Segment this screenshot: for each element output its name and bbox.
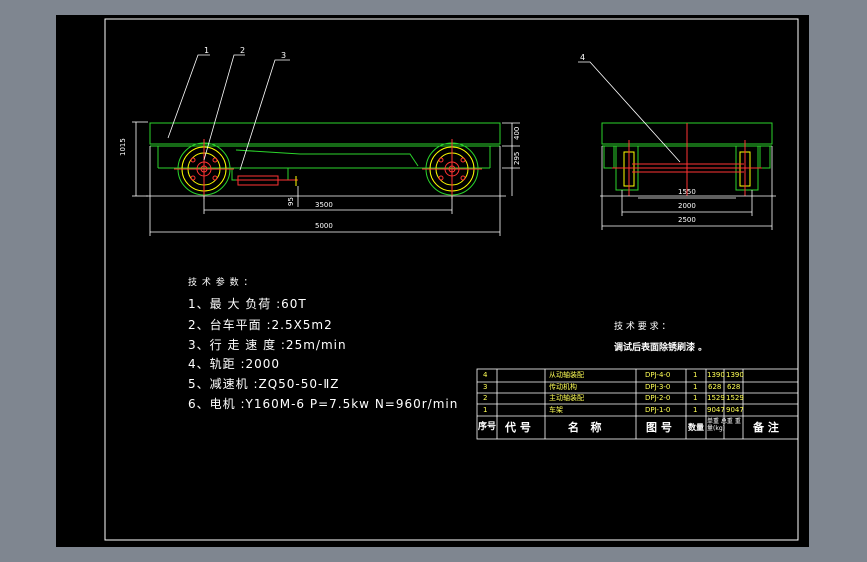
bom-row-name: 传动机构: [549, 383, 577, 391]
bom-row-qty: 1: [693, 371, 698, 379]
bom-row-name: 车架: [549, 406, 563, 414]
bom-row-qty: 1: [693, 383, 698, 391]
dim-gauge: 2000: [678, 202, 696, 210]
tech-req-title: 技 术 要 求 ：: [614, 322, 671, 332]
tech-param-item: 4、轨距 :2000: [188, 357, 281, 371]
bom-row-w1: 628: [708, 383, 722, 391]
dim-height-total: 1015: [119, 138, 127, 156]
bom-row-code: DPJ-3-0: [645, 383, 671, 391]
bom-row-no: 3: [483, 383, 488, 391]
tech-param-item: 3、行 走 速 度 :25m/min: [188, 338, 347, 352]
tech-param-item: 1、最 大 负荷 :60T: [188, 297, 307, 311]
sheet-background: [56, 15, 809, 547]
bom-row-no: 1: [483, 406, 488, 414]
bom-header-no: 序号: [478, 422, 497, 432]
bom-row-w1: 1390: [707, 371, 725, 379]
dim-width: 2500: [678, 216, 696, 224]
bom-row-name: 从动轴装配: [549, 371, 584, 379]
bom-row-w1: 9047: [707, 406, 725, 414]
part-label-2: 2: [240, 46, 246, 55]
bom-row-code: DPJ-2-0: [645, 394, 671, 402]
bom-row-code: DPJ-4-0: [645, 371, 671, 379]
bom-row-w1: 1529: [707, 394, 725, 402]
dim-1550: 1550: [678, 188, 696, 196]
bom-header-name: 名 称: [568, 421, 602, 434]
bom-row-no: 2: [483, 394, 488, 402]
bom-row-code: DPJ-1-0: [645, 406, 671, 414]
bom-row-qty: 1: [693, 406, 698, 414]
bom-header-code: 代 号: [505, 421, 531, 434]
bom-row-name: 主动轴装配: [549, 394, 584, 402]
dim-length: 5000: [315, 222, 333, 230]
bom-row-qty: 1: [693, 394, 698, 402]
bom-header-weight: 单重 总重 重量(kg): [707, 418, 741, 432]
bom-row-w2: 1529: [726, 394, 744, 402]
tech-param-item: 5、减速机 :ZQ50-50-ⅡZ: [188, 377, 340, 391]
bom-row-w2: 9047: [726, 406, 744, 414]
part-label-3: 3: [281, 51, 287, 60]
part-label-4: 4: [580, 53, 586, 62]
bom-header-qty: 数量: [688, 423, 704, 432]
tech-req-line: 调试后表面除锈刷漆 。: [614, 343, 708, 353]
tech-param-item: 2、台车平面 :2.5X5m2: [188, 318, 333, 332]
tech-param-item: 6、电机 :Y160M-6 P=7.5kw N=960r/min: [188, 397, 459, 411]
part-label-1: 1: [204, 46, 210, 55]
dim-295: 295: [513, 151, 521, 165]
dim-95: 95: [287, 197, 295, 206]
dim-wheelbase: 3500: [315, 201, 333, 209]
dim-400: 400: [513, 126, 521, 140]
tech-params-title: 技 术 参 数 ：: [188, 278, 254, 288]
drawing-canvas: [56, 15, 809, 547]
bom-row-no: 4: [483, 371, 488, 379]
bom-row-w2: 1390: [726, 371, 744, 379]
bom-row-w2: 628: [727, 383, 741, 391]
bom-header-drawing: 图 号: [646, 421, 672, 434]
bom-header-note: 备 注: [753, 421, 779, 434]
